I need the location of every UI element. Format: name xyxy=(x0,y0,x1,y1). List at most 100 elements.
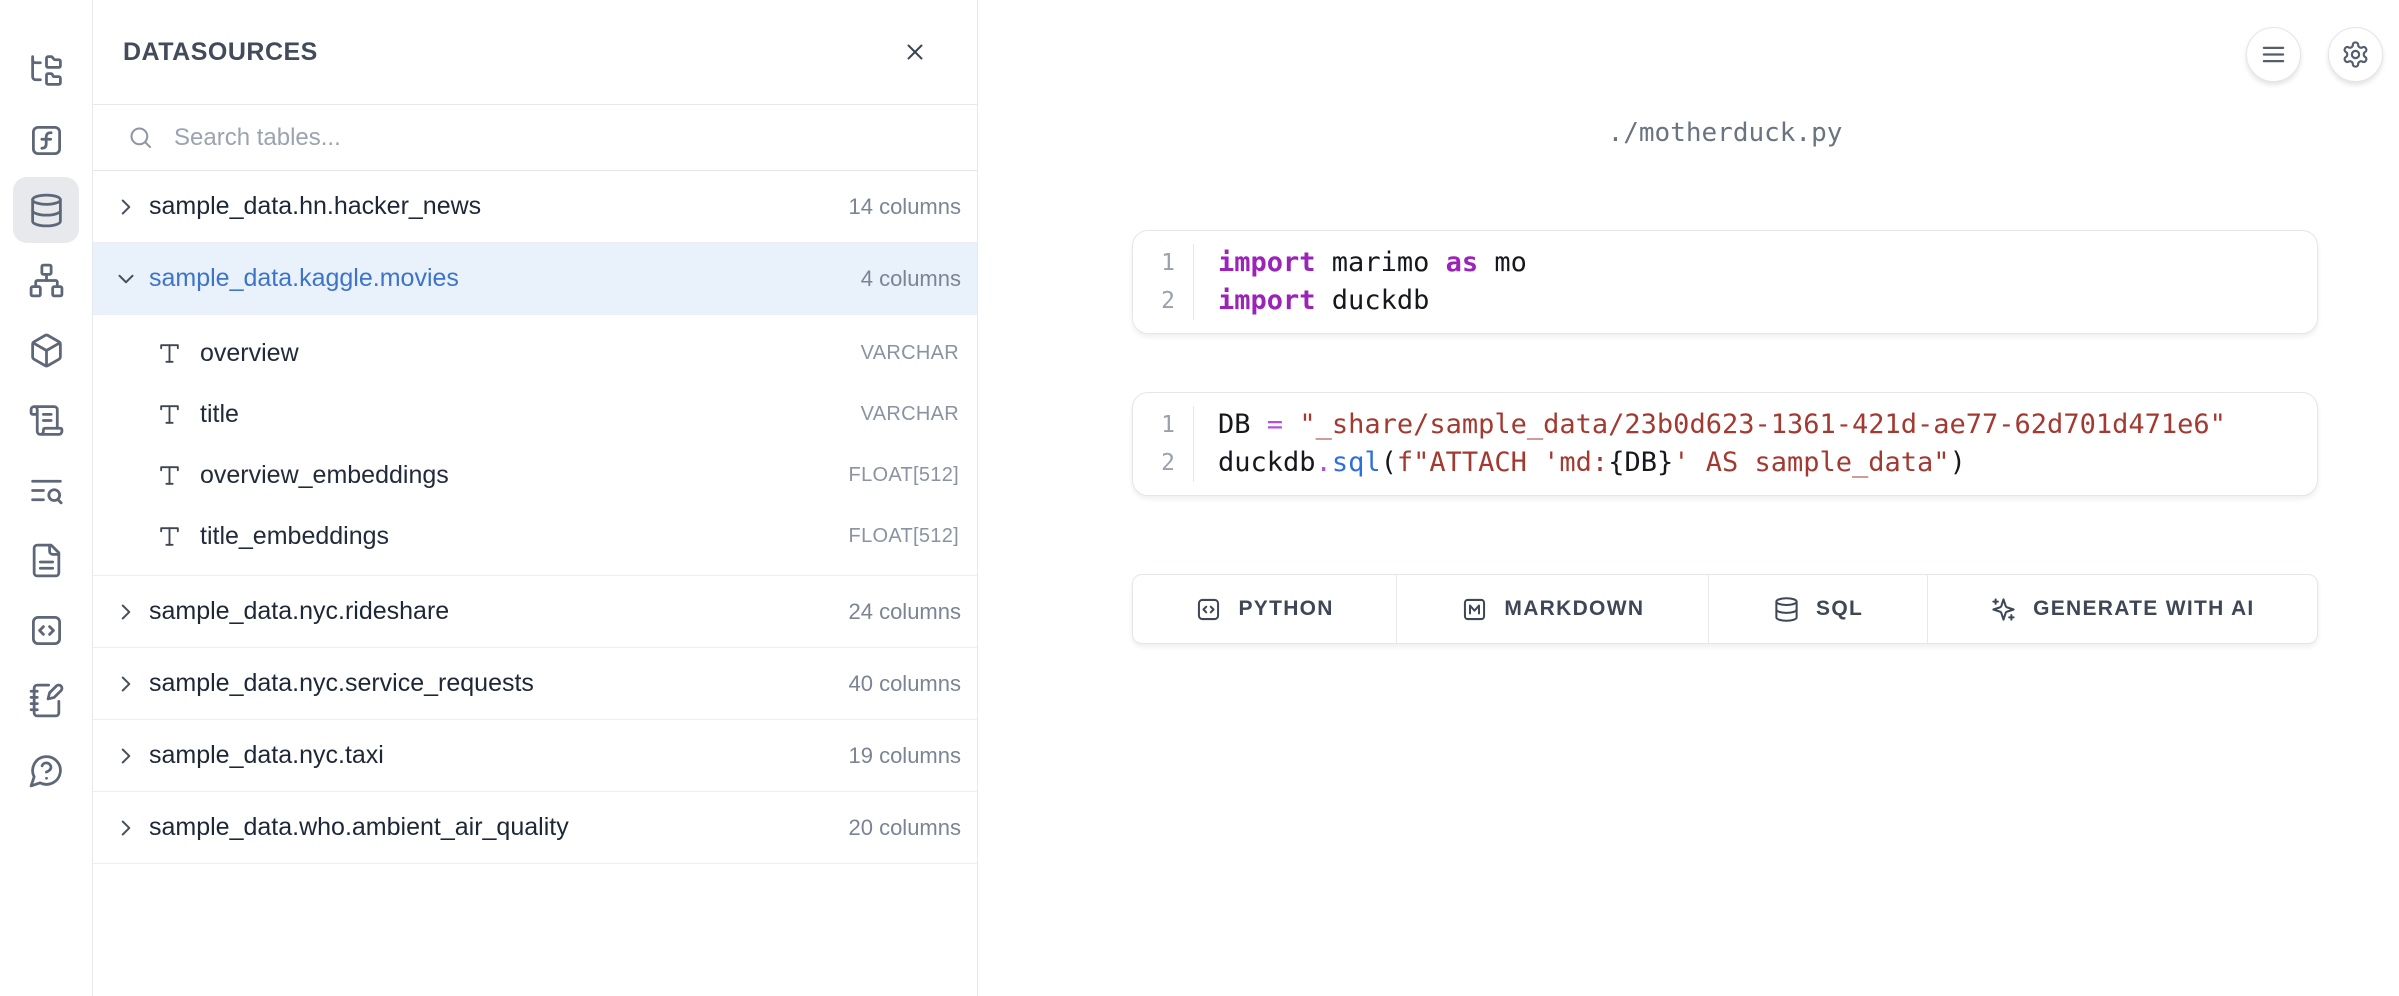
table-columns-count: 24 columns xyxy=(848,599,961,625)
code-text[interactable]: duckdb.sql(f"ATTACH 'md:{DB}' AS sample_… xyxy=(1193,444,2317,482)
help-chat-icon xyxy=(28,752,65,789)
table-name: sample_data.hn.hacker_news xyxy=(149,192,481,221)
add-cell-bar: PYTHON MARKDOWN SQL GENERATE WITH AI xyxy=(1132,574,2318,644)
table-columns-count: 4 columns xyxy=(861,266,961,292)
add-cell-label: GENERATE WITH AI xyxy=(2033,597,2254,621)
panel-title: DATASOURCES xyxy=(123,38,318,67)
column-type: VARCHAR xyxy=(861,342,959,365)
column-name: overview xyxy=(200,339,299,368)
column-type: VARCHAR xyxy=(861,403,959,426)
activity-bar-item-help-chat[interactable] xyxy=(13,737,79,803)
add-cell-button-markdown[interactable]: MARKDOWN xyxy=(1397,575,1709,643)
add-cell-button-sql[interactable]: SQL xyxy=(1709,575,1927,643)
column-name: title xyxy=(200,400,239,429)
activity-bar-item-file-text[interactable] xyxy=(13,527,79,593)
notebook-pen-icon xyxy=(28,682,65,719)
search-icon xyxy=(127,124,154,151)
table-row[interactable]: sample_data.kaggle.movies 4 columns xyxy=(93,243,977,315)
markdown-icon xyxy=(1461,596,1488,623)
menu-button[interactable] xyxy=(2246,27,2301,82)
table-columns-count: 19 columns xyxy=(848,743,961,769)
top-actions xyxy=(2246,27,2383,82)
activity-bar-item-function-square[interactable] xyxy=(13,107,79,173)
database-icon xyxy=(1773,596,1800,623)
notebook-filename[interactable]: ./motherduck.py xyxy=(1132,118,2318,148)
type-icon xyxy=(157,463,182,488)
activity-bar-item-network[interactable] xyxy=(13,247,79,313)
add-cell-label: MARKDOWN xyxy=(1504,597,1644,621)
column-row[interactable]: overview VARCHAR xyxy=(93,323,977,384)
table-name: sample_data.nyc.rideshare xyxy=(149,597,449,626)
tables-list: sample_data.hn.hacker_news14 columnssamp… xyxy=(93,171,977,996)
function-square-icon xyxy=(28,122,65,159)
activity-bar-item-scroll[interactable] xyxy=(13,387,79,453)
code-text[interactable]: DB = "_share/sample_data/23b0d623-1361-4… xyxy=(1193,406,2317,444)
column-type: FLOAT[512] xyxy=(849,525,959,548)
activity-bar-item-database[interactable] xyxy=(13,177,79,243)
settings-button[interactable] xyxy=(2328,27,2383,82)
code-line: 1DB = "_share/sample_data/23b0d623-1361-… xyxy=(1133,406,2317,444)
gear-icon xyxy=(2341,40,2370,69)
datasources-panel-header: DATASOURCES xyxy=(93,0,977,105)
table-name: sample_data.nyc.taxi xyxy=(149,741,384,770)
network-icon xyxy=(28,262,65,299)
table-name: sample_data.who.ambient_air_quality xyxy=(149,813,569,842)
table-name: sample_data.nyc.service_requests xyxy=(149,669,534,698)
code-text[interactable]: import marimo as mo xyxy=(1193,244,2317,282)
add-cell-label: PYTHON xyxy=(1238,597,1333,621)
code-line: 1import marimo as mo xyxy=(1133,244,2317,282)
text-search-icon xyxy=(28,472,65,509)
column-type: FLOAT[512] xyxy=(849,464,959,487)
table-row[interactable]: sample_data.nyc.taxi 19 columns xyxy=(93,720,977,792)
column-row[interactable]: title VARCHAR xyxy=(93,384,977,445)
chevron-right-icon xyxy=(113,194,139,220)
package-icon xyxy=(28,332,65,369)
table-row[interactable]: sample_data.nyc.rideshare 24 columns xyxy=(93,576,977,648)
column-name: title_embeddings xyxy=(200,522,389,551)
line-number: 2 xyxy=(1133,444,1193,482)
column-row[interactable]: overview_embeddings FLOAT[512] xyxy=(93,445,977,506)
column-name: overview_embeddings xyxy=(200,461,449,490)
table-row[interactable]: sample_data.hn.hacker_news 14 columns xyxy=(93,171,977,243)
database-icon xyxy=(28,192,65,229)
folder-tree-icon xyxy=(28,52,65,89)
code-text[interactable]: import duckdb xyxy=(1193,282,2317,320)
type-icon xyxy=(157,341,182,366)
chevron-right-icon xyxy=(113,743,139,769)
line-number: 2 xyxy=(1133,282,1193,320)
column-row[interactable]: title_embeddings FLOAT[512] xyxy=(93,506,977,567)
table-name: sample_data.kaggle.movies xyxy=(149,264,459,293)
app-window: DATASOURCES sample_data.hn.hacker_news14… xyxy=(0,0,2399,996)
search-input[interactable] xyxy=(174,124,949,152)
activity-bar-item-folder-tree[interactable] xyxy=(13,37,79,103)
table-row[interactable]: sample_data.nyc.service_requests 40 colum… xyxy=(93,648,977,720)
menu-icon xyxy=(2259,40,2288,69)
add-cell-button-python[interactable]: PYTHON xyxy=(1133,575,1397,643)
chevron-right-icon xyxy=(113,599,139,625)
line-number: 1 xyxy=(1133,406,1193,444)
datasources-panel: DATASOURCES sample_data.hn.hacker_news 14… xyxy=(93,0,978,996)
close-panel-button[interactable] xyxy=(897,34,933,70)
activity-bar-item-package[interactable] xyxy=(13,317,79,383)
code-line: 2import duckdb xyxy=(1133,282,2317,320)
table-columns-group: overview VARCHAR title VARCHAR overview_embe… xyxy=(93,315,977,576)
table-columns-count: 20 columns xyxy=(848,815,961,841)
activity-bar-item-text-search[interactable] xyxy=(13,457,79,523)
activity-bar-item-code-square[interactable] xyxy=(13,597,79,663)
search-row xyxy=(93,105,977,171)
table-row[interactable]: sample_data.who.ambient_air_quality 20 co… xyxy=(93,792,977,864)
code-line: 2duckdb.sql(f"ATTACH 'md:{DB}' AS sample… xyxy=(1133,444,2317,482)
code-square-icon xyxy=(1195,596,1222,623)
line-number: 1 xyxy=(1133,244,1193,282)
add-cell-button-generate-with-ai[interactable]: GENERATE WITH AI xyxy=(1928,575,2317,643)
type-icon xyxy=(157,402,182,427)
type-icon xyxy=(157,524,182,549)
activity-bar-item-notebook-pen[interactable] xyxy=(13,667,79,733)
notebook-content: ./motherduck.py 1import marimo as mo2imp… xyxy=(1132,118,2318,644)
scroll-icon xyxy=(28,402,65,439)
chevron-right-icon xyxy=(113,815,139,841)
table-columns-count: 14 columns xyxy=(848,194,961,220)
table-columns-count: 40 columns xyxy=(848,671,961,697)
activity-bar xyxy=(0,0,93,996)
close-icon xyxy=(902,39,928,65)
